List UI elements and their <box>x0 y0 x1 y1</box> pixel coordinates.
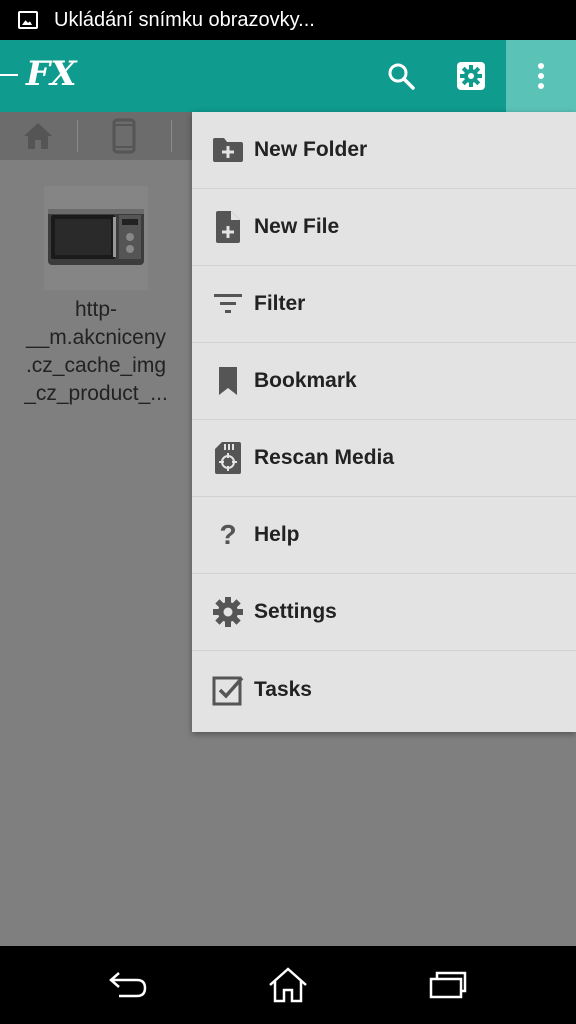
home-button[interactable] <box>258 962 318 1008</box>
file-name: http- __m.akcniceny .cz_cache_img _cz_pr… <box>14 296 178 408</box>
help-icon: ? <box>219 519 237 550</box>
file-plus-icon <box>210 209 246 245</box>
menu-item-label: New File <box>254 215 340 238</box>
more-vert-icon <box>538 63 544 89</box>
menu-item-new-file[interactable]: New File <box>192 189 576 266</box>
recents-icon <box>429 971 467 999</box>
settings-button[interactable] <box>436 40 506 112</box>
search-icon <box>388 63 415 90</box>
location-tabs <box>0 112 192 160</box>
search-button[interactable] <box>366 40 436 112</box>
recents-button[interactable] <box>418 962 478 1008</box>
overflow-menu: New Folder New File Filter Bookmark Resc… <box>192 112 576 732</box>
drawer-indicator[interactable] <box>0 74 18 76</box>
back-icon <box>109 972 147 998</box>
file-item[interactable]: http- __m.akcniceny .cz_cache_img _cz_pr… <box>14 186 178 408</box>
microwave-image <box>48 209 144 265</box>
menu-item-label: Help <box>254 523 300 546</box>
menu-item-label: New Folder <box>254 138 368 161</box>
app-logo: FX <box>26 54 77 94</box>
menu-item-new-folder[interactable]: New Folder <box>192 112 576 189</box>
filter-icon <box>210 286 246 322</box>
menu-item-settings[interactable]: Settings <box>192 574 576 651</box>
file-name-line: .cz_cache_img <box>25 354 167 377</box>
menu-item-help[interactable]: ? Help <box>192 497 576 574</box>
gear-icon <box>457 62 485 90</box>
tab-home[interactable] <box>0 112 76 160</box>
bookmark-icon <box>210 363 246 399</box>
menu-item-label: Settings <box>254 600 337 623</box>
checkbox-icon <box>210 672 246 708</box>
tab-divider <box>171 120 172 152</box>
sd-card-icon <box>210 440 246 476</box>
menu-item-label: Filter <box>254 292 306 315</box>
menu-item-rescan-media[interactable]: Rescan Media <box>192 420 576 497</box>
file-name-line: http- <box>74 298 118 321</box>
file-name-line: __m.akcniceny <box>25 326 167 349</box>
menu-item-label: Bookmark <box>254 369 357 392</box>
menu-item-tasks[interactable]: Tasks <box>192 651 576 728</box>
gear-icon <box>210 594 246 630</box>
menu-item-bookmark[interactable]: Bookmark <box>192 343 576 420</box>
navigation-bar <box>0 946 576 1024</box>
file-name-line: _cz_product_... <box>24 382 168 405</box>
menu-item-label: Rescan Media <box>254 446 395 469</box>
back-button[interactable] <box>98 962 158 1008</box>
status-notification-text: Ukládání snímku obrazovky... <box>54 8 315 31</box>
app-bar: FX <box>0 40 576 112</box>
screenshot-icon <box>18 11 38 29</box>
folder-plus-icon <box>210 132 246 168</box>
file-thumbnail <box>44 186 148 290</box>
status-bar: Ukládání snímku obrazovky... <box>0 0 576 40</box>
menu-item-filter[interactable]: Filter <box>192 266 576 343</box>
home-icon <box>24 123 52 149</box>
overflow-menu-button[interactable] <box>506 40 576 112</box>
tab-phone[interactable] <box>78 112 170 160</box>
menu-item-label: Tasks <box>254 677 312 701</box>
phone-icon <box>112 118 136 154</box>
home-icon <box>269 967 307 1003</box>
